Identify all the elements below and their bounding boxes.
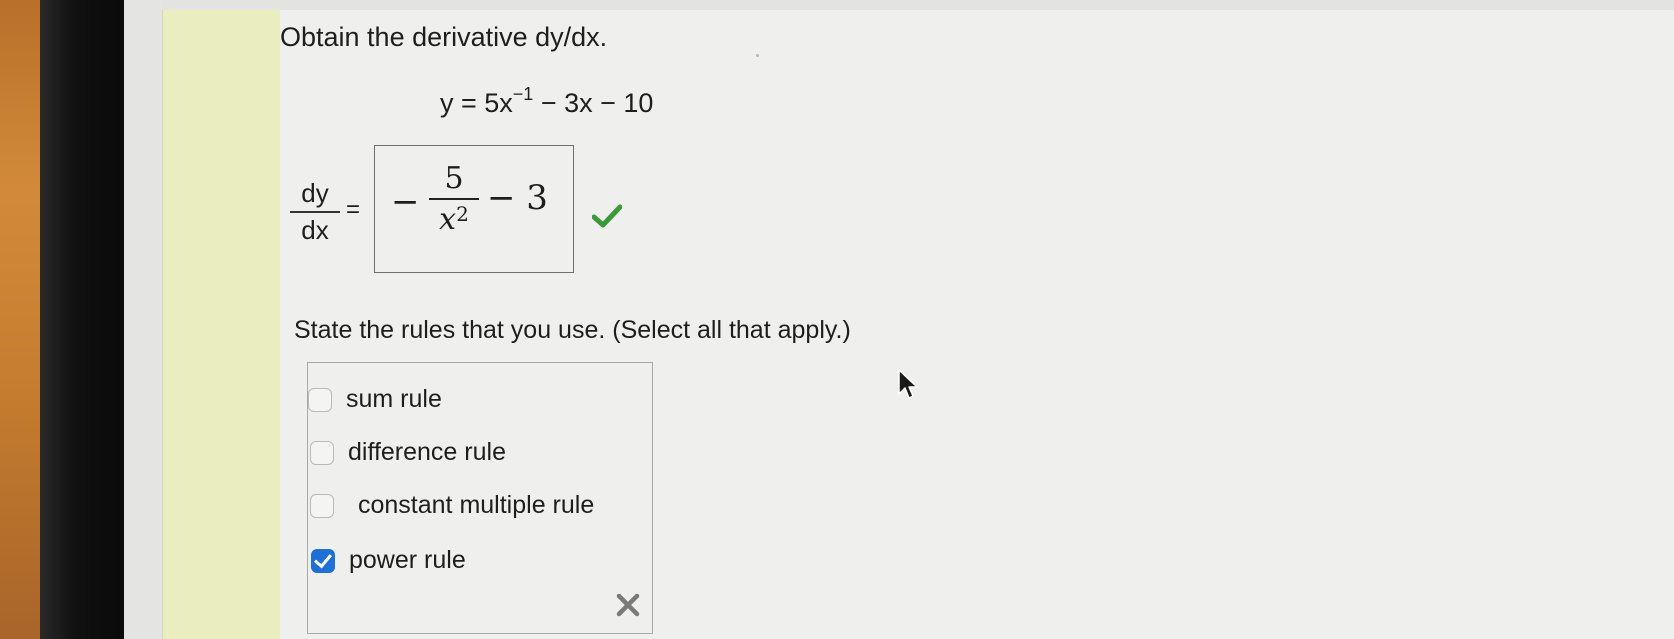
choice-label: difference rule [348, 438, 506, 466]
x-mark-icon [616, 593, 640, 617]
checkbox-constant-multiple-rule[interactable] [310, 493, 334, 518]
equation-lhs: y = 5x [440, 88, 513, 118]
screen-speck [756, 54, 759, 57]
checkbox-sum-rule[interactable] [308, 387, 332, 412]
question-margin-bar [162, 0, 282, 639]
rules-instruction: State the rules that you use. (Select al… [294, 316, 851, 344]
choice-label: sum rule [346, 385, 442, 413]
choice-label: constant multiple rule [358, 491, 595, 519]
choice-difference-rule[interactable]: difference rule [310, 438, 506, 467]
answer-input-box[interactable]: − 5 x2 − 3 [374, 145, 574, 273]
background-wood [0, 0, 40, 639]
top-divider [162, 0, 1674, 10]
checkbox-power-rule[interactable] [311, 548, 335, 573]
answer-fraction: 5 x2 [429, 160, 479, 240]
answer-denominator-exponent: 2 [456, 202, 469, 226]
choice-sum-rule[interactable]: sum rule [308, 385, 442, 414]
equation-rhs: − 3x − 10 [533, 88, 654, 118]
choice-power-rule[interactable]: power rule [311, 546, 466, 575]
equation-exponent: −1 [512, 84, 534, 104]
answer-numerator: 5 [429, 160, 479, 200]
answer-leading-sign: − [391, 182, 420, 222]
checkmark-icon [592, 204, 622, 228]
given-equation: y = 5x−1 − 3x − 10 [440, 84, 654, 119]
answer-tail: − 3 [487, 178, 548, 218]
choice-constant-multiple-rule[interactable]: constant multiple rule [310, 491, 594, 520]
answer-denominator-base: x [439, 202, 457, 237]
dx-denominator: dx [301, 215, 329, 245]
dy-numerator: dy [290, 178, 340, 213]
answer-denominator: x2 [429, 200, 479, 240]
equals-sign: = [346, 196, 361, 223]
monitor-bezel [40, 0, 124, 639]
mouse-pointer-icon [898, 369, 918, 399]
rules-choice-box: sum rule difference rule constant multip… [307, 362, 653, 634]
question-prompt: Obtain the derivative dy/dx. [280, 22, 608, 52]
derivative-notation: dy dx [290, 178, 340, 246]
choice-label: power rule [349, 546, 466, 574]
page-gutter [124, 0, 162, 639]
checkbox-difference-rule[interactable] [310, 440, 334, 465]
